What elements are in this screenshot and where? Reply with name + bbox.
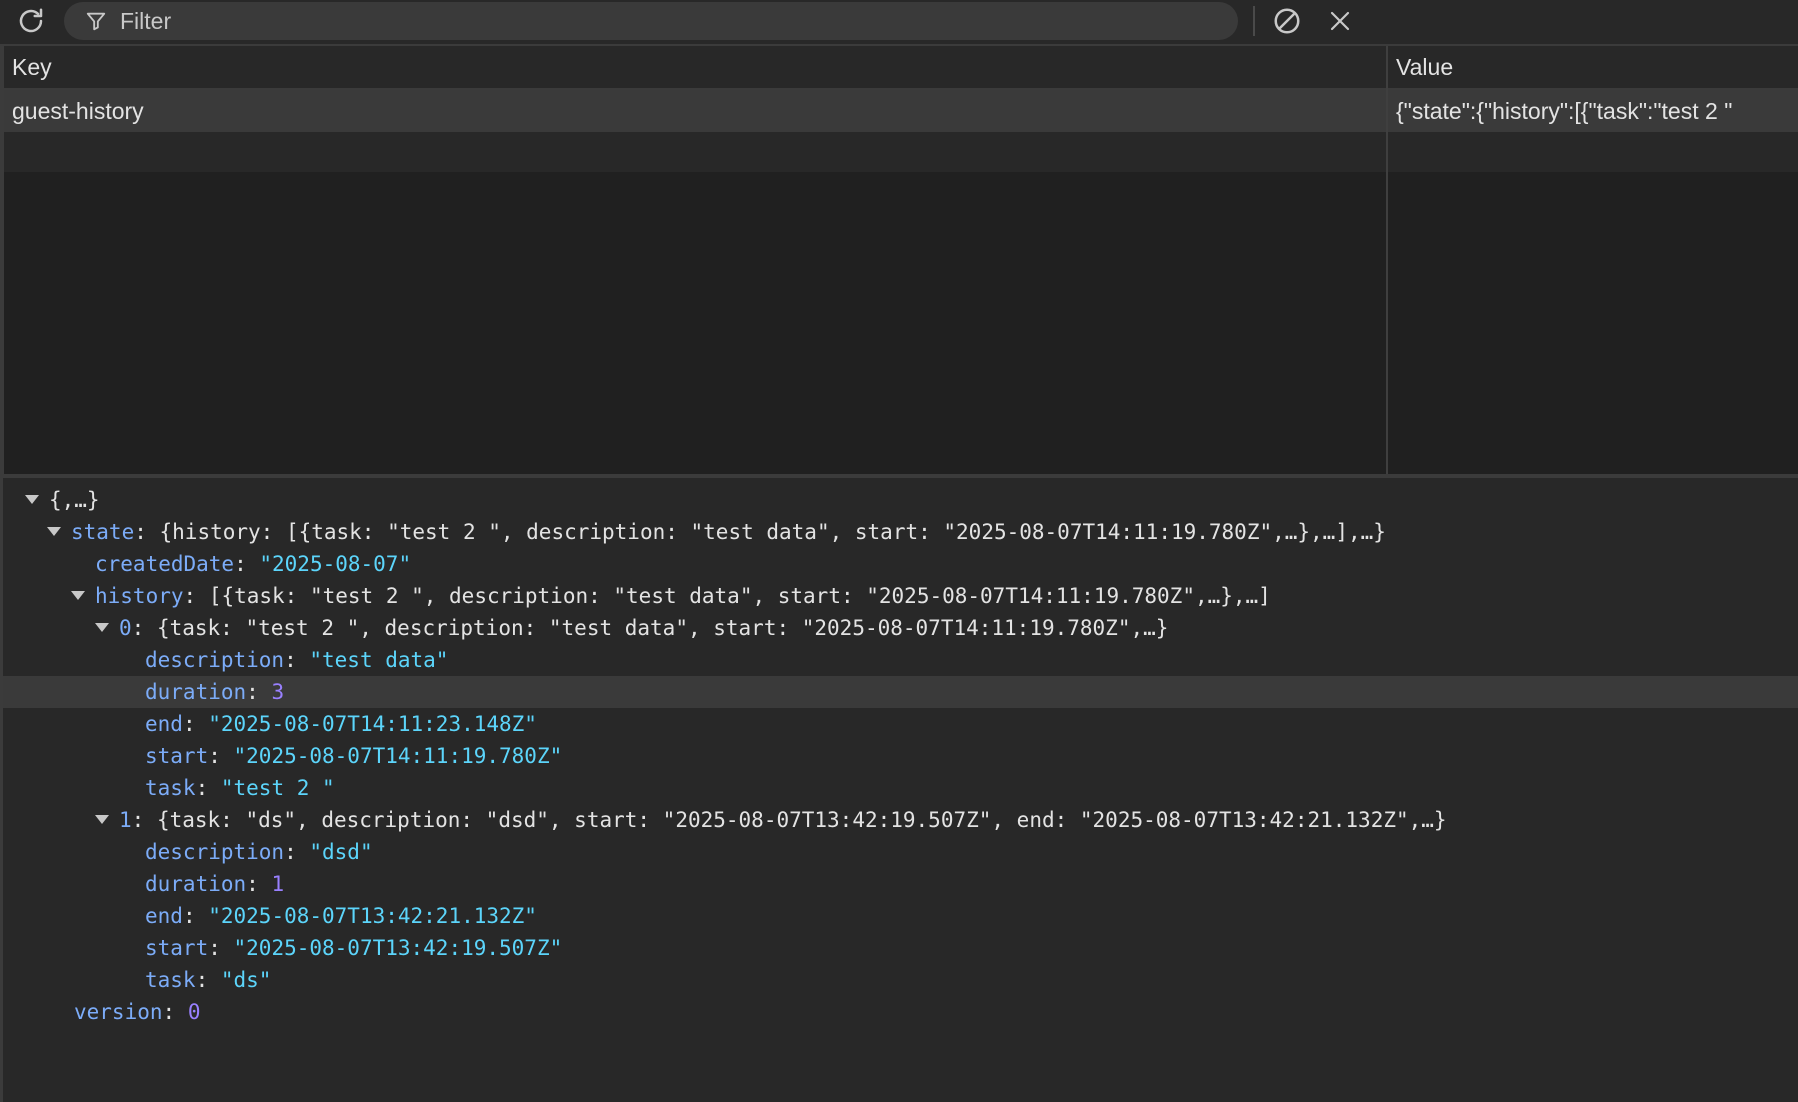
history-preview: [{task: "test 2 ", description: "test da… xyxy=(208,584,1271,608)
table-header: Key Value xyxy=(4,46,1798,90)
tree-node-field[interactable]: duration: 1 xyxy=(3,868,1798,900)
table-row-empty xyxy=(4,132,1798,172)
root-preview: {,…} xyxy=(49,488,100,512)
tree-key: 1 xyxy=(119,808,132,832)
tree-node-field[interactable]: description: "test data" xyxy=(3,644,1798,676)
tree-value: 1 xyxy=(271,872,285,896)
tree-key: version xyxy=(74,1000,163,1024)
tree-key: start xyxy=(145,936,209,960)
refresh-icon[interactable] xyxy=(12,3,50,39)
tree-value: "2025-08-07" xyxy=(259,552,412,576)
tree-key: history xyxy=(95,584,184,608)
expand-triangle-icon[interactable] xyxy=(47,526,61,536)
tree-node-created-date[interactable]: createdDate: "2025-08-07" xyxy=(3,548,1798,580)
tree-node-field-hovered[interactable]: duration: 3 xyxy=(3,676,1798,708)
tree-node-field[interactable]: start: "2025-08-07T14:11:19.780Z" xyxy=(3,740,1798,772)
item-preview: {task: "test 2 ", description: "test dat… xyxy=(156,616,1169,640)
expand-triangle-icon[interactable] xyxy=(95,622,109,632)
tree-node-item-1[interactable]: 1: {task: "ds", description: "dsd", star… xyxy=(3,804,1798,836)
tree-key: task xyxy=(145,776,196,800)
tree-node-state[interactable]: state: {history: [{task: "test 2 ", desc… xyxy=(3,516,1798,548)
tree-node-root[interactable]: {,…} xyxy=(3,484,1798,516)
column-header-key[interactable]: Key xyxy=(12,46,52,88)
column-header-value[interactable]: Value xyxy=(1396,46,1453,88)
tree-value: 3 xyxy=(271,680,285,704)
filter-icon xyxy=(82,7,110,35)
tree-value: "2025-08-07T14:11:23.148Z" xyxy=(208,712,537,736)
tree-key: 0 xyxy=(119,616,132,640)
tree-value: "2025-08-07T13:42:19.507Z" xyxy=(233,936,563,960)
tree-value: 0 xyxy=(187,1000,201,1024)
tree-value: "ds" xyxy=(220,968,272,992)
item-preview: {task: "ds", description: "dsd", start: … xyxy=(156,808,1447,832)
tree-key: duration xyxy=(145,872,247,896)
tree-node-field[interactable]: description: "dsd" xyxy=(3,836,1798,868)
tree-border xyxy=(0,478,3,1102)
tree-node-field[interactable]: end: "2025-08-07T14:11:23.148Z" xyxy=(3,708,1798,740)
tree-key: task xyxy=(145,968,196,992)
toolbar-separator xyxy=(1253,6,1255,36)
table-row[interactable]: guest-history {"state":{"history":[{"tas… xyxy=(4,90,1798,132)
expand-triangle-icon[interactable] xyxy=(95,814,109,824)
tree-key: end xyxy=(145,904,183,928)
tree-value: "2025-08-07T13:42:21.132Z" xyxy=(208,904,537,928)
tree-node-version[interactable]: version: 0 xyxy=(3,996,1798,1028)
state-preview: {history: [{task: "test 2 ", description… xyxy=(159,520,1386,544)
tree-node-field[interactable]: task: "test 2 " xyxy=(3,772,1798,804)
tree-node-field[interactable]: start: "2025-08-07T13:42:19.507Z" xyxy=(3,932,1798,964)
tree-key: createdDate xyxy=(95,552,235,576)
row-key: guest-history xyxy=(12,98,144,124)
tree-key: end xyxy=(145,712,183,736)
tree-node-field[interactable]: end: "2025-08-07T13:42:21.132Z" xyxy=(3,900,1798,932)
tree-value: "2025-08-07T14:11:19.780Z" xyxy=(233,744,563,768)
toolbar xyxy=(0,0,1798,46)
expand-triangle-icon[interactable] xyxy=(71,590,85,600)
delete-icon[interactable] xyxy=(1322,2,1358,40)
storage-panel: Key Value guest-history {"state":{"histo… xyxy=(0,0,1798,1102)
filter-box[interactable] xyxy=(64,2,1238,40)
expand-triangle-icon[interactable] xyxy=(25,494,39,504)
tree-key: duration xyxy=(145,680,247,704)
tree-key: description xyxy=(145,648,285,672)
tree-value: "test data" xyxy=(309,648,449,672)
tree-node-history[interactable]: history: [{task: "test 2 ", description:… xyxy=(3,580,1798,612)
tree-node-field[interactable]: task: "ds" xyxy=(3,964,1798,996)
row-value: {"state":{"history":[{"task":"test 2 " xyxy=(1396,98,1733,124)
tree-value: "dsd" xyxy=(309,840,373,864)
tree-key: start xyxy=(145,744,209,768)
filter-input[interactable] xyxy=(118,6,1202,36)
clear-all-icon[interactable] xyxy=(1268,2,1306,40)
column-divider[interactable] xyxy=(1386,46,1388,476)
tree-node-item-0[interactable]: 0: {task: "test 2 ", description: "test … xyxy=(3,612,1798,644)
json-tree: {,…} state: {history: [{task: "test 2 ",… xyxy=(0,478,1798,1102)
tree-key: state xyxy=(71,520,135,544)
tree-key: description xyxy=(145,840,285,864)
tree-value: "test 2 " xyxy=(220,776,335,800)
